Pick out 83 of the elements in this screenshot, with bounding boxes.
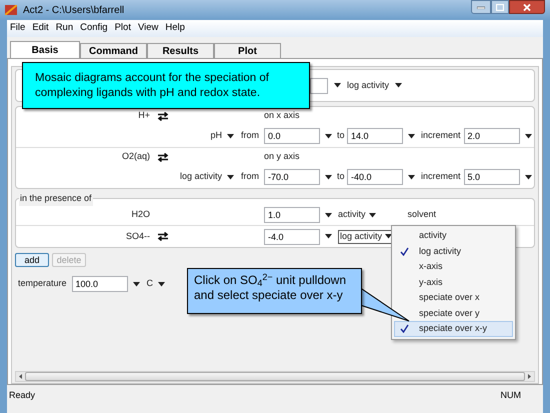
input-field[interactable] [310,78,328,94]
caret-icon[interactable] [325,212,332,218]
tab[interactable]: Plot [214,43,281,58]
caret-icon[interactable] [325,234,332,239]
scrollbar-thumb[interactable] [25,372,525,381]
species-label: H2O [130,208,150,222]
menu-option[interactable]: log activity [394,244,513,259]
caret-icon[interactable] [158,282,166,286]
input-field[interactable]: 5.0 [464,169,520,185]
menu-item[interactable]: File [10,21,26,36]
menu-option[interactable]: x-axis [394,259,513,274]
caret-icon[interactable] [395,83,402,88]
caret-icon[interactable] [334,83,341,88]
caret-icon[interactable] [524,174,532,180]
add-button[interactable]: add [15,253,49,267]
tab[interactable]: Basis [10,41,80,58]
axis-label: on y axis [264,150,300,164]
caret-icon[interactable] [368,212,376,218]
menu-item[interactable]: Edit [32,21,49,36]
close-button[interactable] [509,0,545,14]
species-label: SO4-- [124,230,150,243]
callout-text: Mosaic diagrams account for the speciation of complexing ligands with pH and redox state. [35,70,270,100]
check-icon [400,324,409,334]
input-field[interactable]: -70.0 [264,169,320,185]
menu-option[interactable]: y-axis [394,274,513,290]
callout-text: Click on SO$_{4}$$^{2−}$ unit pulldown and select speciate over x-y [194,273,346,302]
unit-label: log activity [347,78,390,92]
unit-label: pH [210,129,222,142]
tab[interactable]: Results [147,43,214,58]
menu-item[interactable]: Run [56,21,74,36]
maximize-button[interactable] [491,0,509,14]
input-field[interactable]: 0.0 [264,128,320,144]
menu-item[interactable]: View [138,21,158,36]
horizontal-scrollbar[interactable] [15,371,535,382]
menu-option[interactable]: activity [394,228,513,244]
caret-icon[interactable] [325,134,332,138]
input-field[interactable]: 14.0 [347,128,403,144]
caret-icon[interactable] [325,174,332,180]
swap-arrows-icon[interactable] [157,112,169,120]
menu-option[interactable]: speciate over x-y [394,321,513,336]
unit-label: C [146,277,154,290]
input-field[interactable]: -4.0 [264,228,320,244]
unit-label: log activity [180,170,222,184]
menu-item[interactable]: Config [80,21,108,36]
menu-item[interactable]: Plot [114,21,131,36]
maximize-icon [496,4,504,10]
tab[interactable]: Command [80,43,147,58]
caret-icon[interactable] [227,174,234,180]
input-field[interactable]: 1.0 [264,207,320,223]
caret-icon[interactable] [132,282,140,286]
input-field[interactable]: 100.0 [72,276,128,292]
close-icon [523,4,531,10]
species-label: H+ [137,109,150,122]
caret-icon[interactable] [524,134,532,138]
minimize-button[interactable] [471,0,491,14]
species-label: O2(aq) [120,150,150,164]
from-label: from [241,170,260,184]
app-icon [5,5,17,15]
swap-arrows-icon[interactable] [157,232,169,241]
group-legend: in the presence of [19,192,93,206]
window-title: Act2 - C:\Users\bfarrell [23,4,124,18]
input-field[interactable]: 2.0 [464,128,520,144]
caret-icon[interactable] [408,134,415,138]
increment-label: increment [421,170,461,184]
minimize-icon [477,6,485,8]
caret-icon[interactable] [385,234,392,239]
caret-icon[interactable] [227,134,234,138]
from-label: from [241,129,260,142]
menu-option[interactable]: speciate over x [394,290,513,306]
to-label: to [337,129,346,142]
temperature-label: temperature [18,277,67,290]
increment-label: increment [421,129,461,142]
to-label: to [337,170,346,184]
axis-label: on x axis [264,109,300,122]
unit-label[interactable]: activity [338,208,376,222]
note-label: solvent [408,208,436,222]
swap-arrows-icon[interactable] [157,152,169,162]
menu-item[interactable]: Help [165,21,185,36]
check-icon [400,246,409,256]
status-message: Ready [9,389,36,402]
input-field[interactable]: -40.0 [347,169,403,185]
caret-icon[interactable] [408,174,415,180]
num-lock-indicator: NUM [500,389,521,402]
